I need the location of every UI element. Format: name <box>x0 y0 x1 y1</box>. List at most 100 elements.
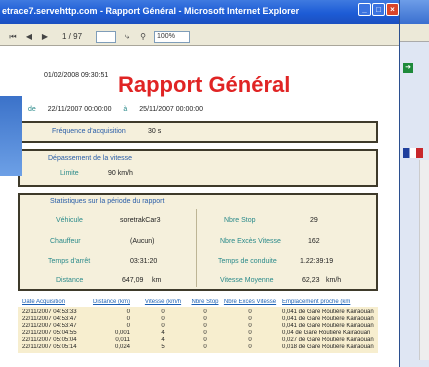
cell-distance: 0 <box>126 316 130 322</box>
speed-title: Dépassement de la vitesse <box>48 155 133 162</box>
stats-divider <box>196 209 197 287</box>
cell-distance: 0 <box>126 323 130 329</box>
report-toolbar: ⏮ ◀ ▶ 1 / 97 ⤷ ⚲ 100% <box>0 24 399 46</box>
period-to-label: à <box>123 106 128 113</box>
cell-speed: 4 <box>161 337 165 343</box>
maximize-icon[interactable]: □ <box>372 3 385 16</box>
distance-value: 647,09 <box>122 277 144 284</box>
cell-location: 0,018 de Gare Routière Kairaouan <box>282 344 374 350</box>
desktop-sliver <box>0 96 22 176</box>
col-distance[interactable]: Distance (km) <box>88 299 138 305</box>
report-period: de 22/11/2007 00:00:00 à 25/11/2007 00:0… <box>28 106 213 113</box>
stop-time-value: 03:31:20 <box>130 258 158 265</box>
vehicle-label: Véhicule <box>56 217 83 224</box>
cell-date: 22/11/2007 05:05:04 <box>22 337 77 343</box>
cell-excess: 0 <box>248 323 252 329</box>
table-header: Date Acquisition Distance (km) Vitesse (… <box>18 296 378 307</box>
table-row: 22/11/2007 04:53:47 0 0 0 0 0,041 de Gar… <box>18 323 378 330</box>
avg-speed-label: Vitesse Moyenne <box>220 277 274 284</box>
cell-speed: 0 <box>161 323 165 329</box>
search-icon[interactable]: ⚲ <box>138 32 148 41</box>
period-to: 25/11/2007 00:00:00 <box>139 106 203 113</box>
table-row: 22/11/2007 05:05:04 0,011 4 0 0 0,027 de… <box>18 337 378 344</box>
stats-title: Statistiques sur la période du rapport <box>50 198 165 205</box>
page-indicator: 1 / 97 <box>62 32 83 41</box>
cell-location: 0,027 de Gare Routière Kairaouan <box>282 337 374 343</box>
cell-distance: 0,011 <box>115 337 130 343</box>
flag-icon <box>403 148 423 158</box>
cell-excess: 0 <box>248 316 252 322</box>
stop-time-label: Temps d'arrêt <box>48 258 91 265</box>
cell-date: 22/11/2007 04:53:47 <box>22 316 77 322</box>
speed-box: Dépassement de la vitesse Limite 90 km/h <box>18 149 378 187</box>
first-page-icon[interactable]: ⏮ <box>8 32 18 42</box>
col-stop[interactable]: Nbre Stop <box>188 299 222 305</box>
table-row: 22/11/2007 04:53:47 0 0 0 0 0,041 de Gar… <box>18 316 378 323</box>
driver-value: (Aucun) <box>130 238 155 245</box>
acquisition-box: Fréquence d'acquisition 30 s <box>18 121 378 143</box>
cell-date: 22/11/2007 04:53:33 <box>22 309 77 315</box>
cell-date: 22/11/2007 05:04:55 <box>22 330 77 336</box>
background-toolbar <box>400 24 429 42</box>
cell-date: 22/11/2007 04:53:47 <box>22 323 77 329</box>
cell-stop: 0 <box>203 344 207 350</box>
col-speed[interactable]: Vitesse (km/h <box>138 299 188 305</box>
cell-stop: 0 <box>203 337 207 343</box>
speed-excess-value: 162 <box>308 238 320 245</box>
cell-speed: 0 <box>161 309 165 315</box>
page-input[interactable] <box>96 30 117 43</box>
distance-label: Distance <box>56 277 84 284</box>
table-row: 22/11/2007 05:05:14 0,024 5 0 0 0,018 de… <box>18 344 378 351</box>
vehicle-value: soretrakCar3 <box>120 217 161 224</box>
cell-excess: 0 <box>248 337 252 343</box>
cell-excess: 0 <box>248 344 252 350</box>
go-icon[interactable]: ➜ <box>403 63 413 73</box>
col-excess[interactable]: Nbre Excès Vitesse <box>222 299 278 305</box>
background-window: ➜ <box>400 0 429 367</box>
next-page-icon[interactable]: ▶ <box>40 32 50 41</box>
stop-count-label: Nbre Stop <box>224 217 256 224</box>
stats-box: Statistiques sur la période du rapport V… <box>18 193 378 291</box>
cell-distance: 0 <box>126 309 130 315</box>
report-title: Rapport Général <box>118 72 291 97</box>
background-titlebar <box>400 0 429 24</box>
cell-stop: 0 <box>203 316 207 322</box>
prev-page-icon[interactable]: ◀ <box>24 32 34 41</box>
speed-excess-label: Nbre Excès Vitesse <box>220 238 281 245</box>
table-body: 22/11/2007 04:53:33 0 0 0 0 0,041 de Gar… <box>18 307 378 353</box>
col-location[interactable]: Emplacement proche (km <box>278 299 378 305</box>
generated-date: 01/02/2008 09:30:51 <box>44 72 109 79</box>
avg-speed-value: 62,23 <box>302 277 320 284</box>
distance-unit: km <box>152 277 162 284</box>
zoom-select[interactable]: 100% <box>154 30 191 43</box>
speed-limit-value: 90 km/h <box>108 170 133 177</box>
cell-stop: 0 <box>203 309 207 315</box>
cell-location: 0,041 de Gare Routière Kairaouan <box>282 309 374 315</box>
drive-time-value: 1.22:39:19 <box>300 258 334 265</box>
col-date[interactable]: Date Acquisition <box>18 299 88 305</box>
scrollbar[interactable] <box>419 160 429 360</box>
close-icon[interactable]: × <box>386 3 399 16</box>
cell-speed: 4 <box>161 330 165 336</box>
acquisition-table: Date Acquisition Distance (km) Vitesse (… <box>18 296 378 353</box>
acquisition-label: Fréquence d'acquisition <box>52 128 126 135</box>
speed-limit-label: Limite <box>60 170 79 177</box>
period-from: 22/11/2007 00:00:00 <box>47 106 112 113</box>
cell-distance: 0,001 <box>114 330 130 336</box>
cell-location: 0,041 de Gare Routière Kairaouan <box>282 323 374 329</box>
cell-stop: 0 <box>203 330 207 336</box>
minimize-icon[interactable]: _ <box>358 3 371 16</box>
goto-page-icon[interactable]: ⤷ <box>122 32 132 42</box>
avg-speed-unit: km/h <box>326 277 342 284</box>
cell-stop: 0 <box>203 323 207 329</box>
table-row: 22/11/2007 05:04:55 0,001 4 0 0 0,04 de … <box>18 330 378 337</box>
cell-excess: 0 <box>248 330 252 336</box>
window-title: etrace7.servehttp.com - Rapport Général … <box>0 0 399 24</box>
cell-speed: 0 <box>161 316 165 322</box>
ie-window: etrace7.servehttp.com - Rapport Général … <box>0 0 400 367</box>
driver-label: Chauffeur <box>50 238 81 245</box>
drive-time-label: Temps de conduite <box>218 258 277 265</box>
cell-location: 0,04 de Gare Routière Kairaouan <box>282 330 371 336</box>
cell-excess: 0 <box>248 309 252 315</box>
cell-location: 0,041 de Gare Routière Kairaouan <box>282 316 374 322</box>
